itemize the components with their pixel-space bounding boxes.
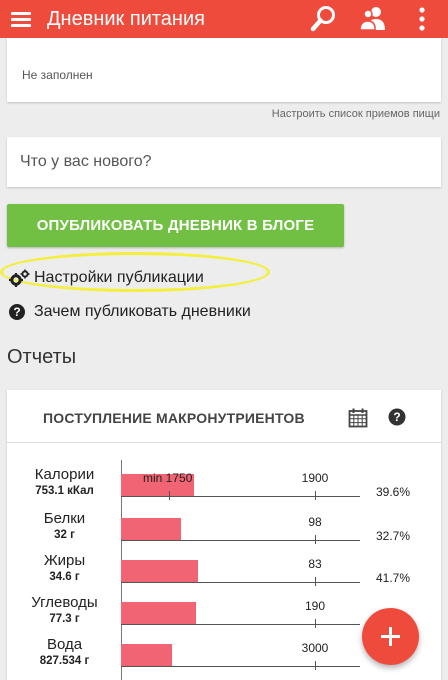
macro-target: 1900 bbox=[301, 471, 329, 485]
macro-axis bbox=[121, 496, 360, 497]
app-title: Дневник питания bbox=[47, 8, 205, 30]
macro-bar bbox=[121, 518, 181, 540]
macro-row-fats: Жиры 34.6 г 83 41.7% bbox=[7, 552, 441, 592]
macronutrients-title: ПОСТУПЛЕНИЕ МАКРОНУТРИЕНТОВ bbox=[43, 410, 305, 426]
svg-text:?: ? bbox=[13, 305, 20, 319]
macro-target: 3000 bbox=[301, 641, 329, 655]
target-tick bbox=[315, 535, 316, 544]
macro-bar bbox=[121, 560, 198, 582]
post-input[interactable] bbox=[7, 137, 441, 187]
add-fab-button[interactable] bbox=[362, 608, 419, 665]
macro-axis bbox=[121, 624, 360, 625]
app-bar: Дневник питания bbox=[0, 0, 448, 38]
macro-percent: 41.7% bbox=[376, 571, 411, 585]
macro-name: Вода bbox=[46, 636, 83, 653]
why-publish-link[interactable]: ? Зачем публиковать дневники bbox=[8, 300, 251, 324]
search-icon[interactable] bbox=[305, 3, 341, 35]
macro-row-proteins: Белки 32 г 98 32.7% bbox=[7, 510, 441, 550]
meal-status: Не заполнен bbox=[22, 68, 93, 82]
macro-name: Жиры bbox=[43, 552, 86, 569]
macro-bar bbox=[121, 602, 196, 624]
macro-axis bbox=[121, 582, 360, 583]
help-icon[interactable]: ? bbox=[388, 408, 406, 426]
card-divider bbox=[7, 442, 441, 443]
target-tick bbox=[315, 491, 316, 500]
macro-value: 77.3 г bbox=[49, 613, 80, 625]
post-card bbox=[7, 137, 441, 187]
target-tick bbox=[315, 619, 316, 628]
people-icon[interactable] bbox=[355, 3, 391, 35]
macro-name: Калории bbox=[34, 466, 95, 483]
macro-target: 83 bbox=[308, 557, 322, 571]
macro-target: 190 bbox=[304, 599, 326, 613]
reports-title: Отчеты bbox=[7, 346, 77, 368]
macro-axis bbox=[121, 666, 360, 667]
help-icon: ? bbox=[8, 303, 30, 321]
plus-icon-vertical bbox=[389, 627, 392, 646]
min-tick bbox=[169, 491, 170, 500]
macro-target: 98 bbox=[308, 515, 322, 529]
macro-value: 827.534 г bbox=[39, 655, 90, 667]
macro-name: Белки bbox=[43, 510, 86, 527]
menu-icon[interactable] bbox=[8, 7, 34, 31]
macro-value: 32 г bbox=[54, 529, 75, 541]
macro-bar bbox=[121, 644, 172, 666]
meal-card[interactable]: Не заполнен bbox=[7, 38, 441, 102]
gears-icon bbox=[8, 269, 30, 287]
macro-value: 753.1 кКал bbox=[35, 485, 94, 497]
more-vert-icon[interactable] bbox=[410, 3, 434, 35]
publish-settings-label: Настройки публикации bbox=[34, 269, 204, 286]
macro-value: 34.6 г bbox=[49, 571, 80, 583]
publish-diary-button[interactable]: ОПУБЛИКОВАТЬ ДНЕВНИК В БЛОГЕ bbox=[7, 204, 344, 247]
macro-min: min 1750 bbox=[143, 471, 193, 485]
calendar-icon[interactable] bbox=[348, 408, 368, 428]
macro-percent: 32.7% bbox=[376, 529, 411, 543]
macro-percent: 39.6% bbox=[376, 485, 411, 499]
svg-text:?: ? bbox=[393, 410, 400, 424]
macro-name: Углеводы bbox=[31, 594, 98, 611]
target-tick bbox=[315, 577, 316, 586]
macro-axis bbox=[121, 540, 360, 541]
why-publish-label: Зачем публиковать дневники bbox=[34, 303, 251, 320]
configure-meals-link[interactable]: Настроить список приемов пищи bbox=[272, 108, 440, 120]
macro-row-calories: Калории 753.1 кКал min 1750 1900 39.6% bbox=[7, 466, 441, 506]
publish-settings-link[interactable]: Настройки публикации bbox=[8, 266, 204, 290]
target-tick bbox=[315, 661, 316, 670]
